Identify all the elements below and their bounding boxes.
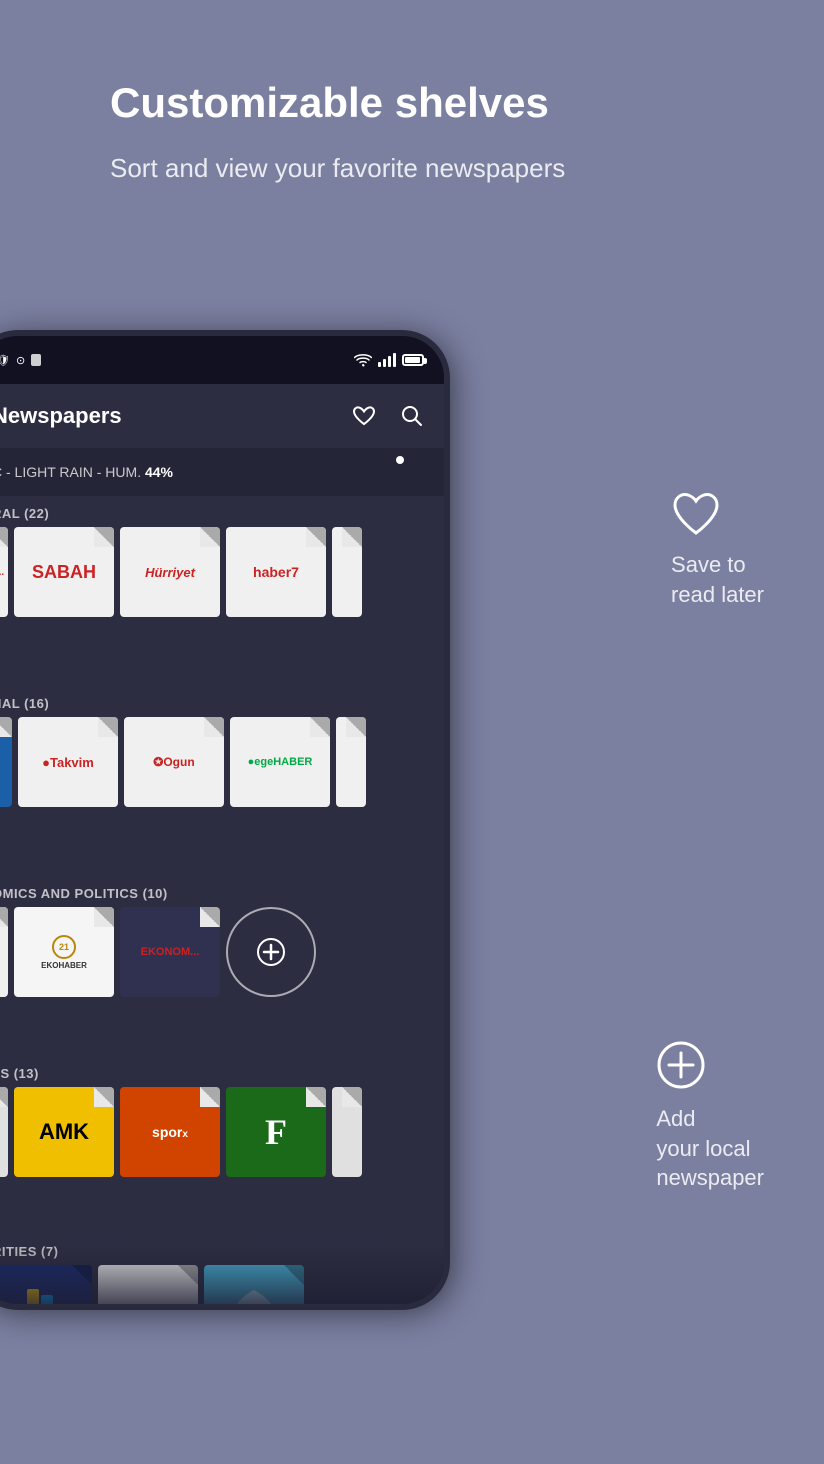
phone-mockup: 🛡 ⊙ [0, 330, 460, 1464]
economics-newspaper-row: 21 EKOHABER EKONOM... [0, 907, 444, 1005]
feature-heart-section: Save toread later [671, 490, 764, 609]
list-item[interactable]: 21 EKOHABER [14, 907, 114, 997]
newspaper-logo-sabah: SABAH [28, 558, 100, 587]
newspaper-logo-ogun: ✪Ogun [149, 751, 198, 773]
section-national: NAL (16) ●Takvim ✪Ogun ●egeHABER [0, 686, 444, 815]
list-item[interactable]: EKONOM... [120, 907, 220, 997]
plus-icon [656, 1040, 706, 1090]
section-economics: OMICS AND POLITICS (10) 21 EKOHABER EKON… [0, 876, 444, 1005]
hero-subtitle: Sort and view your favorite newspapers [110, 150, 764, 186]
list-item[interactable]: ✪Ogun [124, 717, 224, 807]
list-item[interactable]: ●Takvim [18, 717, 118, 807]
list-item[interactable] [332, 527, 362, 617]
newspaper-logo-haber7: haber7 [249, 560, 303, 584]
section-general: RAL (22) ... SABAH Hürriyet [0, 496, 444, 625]
list-item[interactable] [336, 717, 366, 807]
list-item[interactable]: medyafaresi [0, 1265, 92, 1304]
phone-screen: Newspapers [0, 384, 444, 1304]
shield-icon: 🛡 [0, 354, 10, 367]
hero-section: Customizable shelves Sort and view your … [110, 80, 764, 187]
hero-title: Customizable shelves [110, 80, 764, 126]
feature-plus-section: Addyour localnewspaper [656, 1040, 764, 1193]
list-item[interactable] [98, 1265, 198, 1304]
section-national-header: NAL (16) [0, 686, 444, 717]
newspaper-logo-amk: AMK [35, 1115, 93, 1149]
sim-icon [31, 354, 41, 366]
newspaper-logo-hurriyet: Hürriyet [141, 561, 199, 584]
celebrities-newspaper-row: medyafaresi [0, 1265, 444, 1304]
newspaper-logo-ekonomi: EKONOM... [137, 942, 204, 962]
newspaper-logo-f: F [261, 1107, 291, 1157]
newspaper-logo-sporx: sporx [148, 1120, 192, 1144]
list-item[interactable] [332, 1087, 362, 1177]
wifi-icon [354, 353, 372, 367]
app-bar-icons [348, 400, 428, 432]
section-economics-header: OMICS AND POLITICS (10) [0, 876, 444, 907]
heart-icon [671, 490, 721, 536]
phone-body: 🛡 ⊙ [0, 330, 450, 1310]
weather-bar: C - LIGHT RAIN - HUM. 44% [0, 448, 444, 496]
section-sports-header: TS (13) [0, 1056, 444, 1087]
app-bar: Newspapers [0, 384, 444, 448]
heart-feature-label: Save toread later [671, 550, 764, 609]
status-bar: 🛡 ⊙ [0, 336, 444, 384]
list-item[interactable]: AMK [14, 1087, 114, 1177]
battery-icon [402, 354, 424, 366]
list-item[interactable]: haber7 [226, 527, 326, 617]
section-sports: TS (13) AMK sporx F [0, 1056, 444, 1185]
list-item[interactable]: ... [0, 527, 8, 617]
add-newspaper-button[interactable] [226, 907, 316, 997]
section-celebrities-header: RITIES (7) [0, 1234, 444, 1265]
status-right [354, 353, 424, 367]
list-item[interactable]: SABAH [14, 527, 114, 617]
app-title: Newspapers [0, 403, 122, 429]
plus-feature-label: Addyour localnewspaper [656, 1104, 764, 1193]
weather-text: C - LIGHT RAIN - HUM. 44% [0, 464, 173, 480]
sports-newspaper-row: AMK sporx F [0, 1087, 444, 1185]
section-celebrities: RITIES (7) medyafaresi [0, 1234, 444, 1304]
list-item[interactable] [0, 1087, 8, 1177]
dot-indicator [396, 456, 404, 464]
heart-button[interactable] [348, 400, 380, 432]
national-newspaper-row: ●Takvim ✪Ogun ●egeHABER [0, 717, 444, 815]
signal-icon [378, 353, 396, 367]
general-newspaper-row: ... SABAH Hürriyet haber7 [0, 527, 444, 625]
status-left: 🛡 ⊙ [0, 354, 41, 367]
target-icon: ⊙ [16, 354, 25, 367]
list-item[interactable] [204, 1265, 304, 1304]
list-item[interactable] [0, 907, 8, 997]
section-general-header: RAL (22) [0, 496, 444, 527]
list-item[interactable]: F [226, 1087, 326, 1177]
list-item[interactable]: ●egeHABER [230, 717, 330, 807]
list-item[interactable] [0, 717, 12, 807]
newspaper-logo-egehaber: ●egeHABER [244, 752, 317, 772]
newspaper-logo-takvim: ●Takvim [38, 751, 98, 774]
search-button[interactable] [396, 400, 428, 432]
list-item[interactable]: Hürriyet [120, 527, 220, 617]
list-item[interactable]: sporx [120, 1087, 220, 1177]
